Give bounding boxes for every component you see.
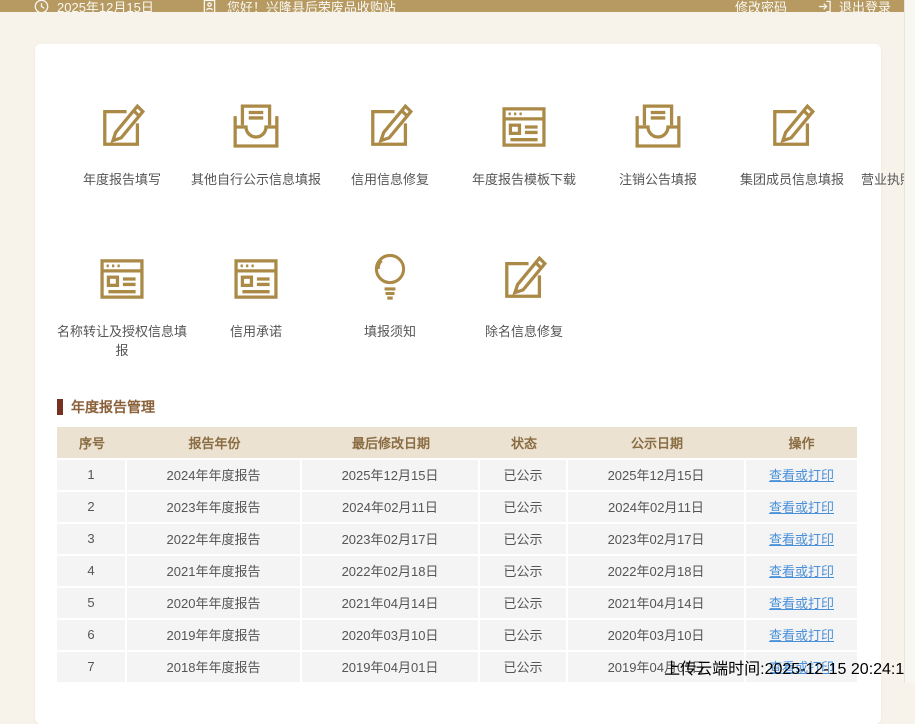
tile-group-member-info[interactable]: 集团成员信息填报: [725, 98, 859, 190]
cell-year: 2020年年度报告: [127, 588, 302, 618]
edit-icon: [763, 98, 821, 156]
function-tile-grid: 年度报告填写 其他自行公示信息填报 信用信息修复 年度报告模板下载 注销公告填报…: [35, 44, 881, 361]
tile-label: 注销公告填报: [591, 171, 725, 190]
scrollbar[interactable]: [904, 0, 915, 683]
cell-index: 7: [57, 652, 127, 682]
tile-label: 名称转让及授权信息填报: [55, 323, 189, 361]
greeting-text: 您好！兴隆县后荣废品收购站: [227, 0, 396, 12]
change-password-button[interactable]: 修改密码: [735, 0, 787, 12]
cell-index: 6: [57, 620, 127, 650]
edit-icon: [93, 98, 151, 156]
cell-modified: 2025年12月15日: [302, 460, 480, 490]
tile-label: 除名信息修复: [457, 323, 591, 342]
col-header-status: 状态: [480, 433, 568, 452]
cell-published: 2022年02月18日: [568, 556, 746, 586]
tile-label: 年度报告填写: [55, 171, 189, 190]
browser-icon: [227, 250, 285, 308]
table-row: 1 2024年年度报告 2025年12月15日 已公示 2025年12月15日 …: [57, 458, 857, 490]
cell-status: 已公示: [480, 588, 568, 618]
tile-label: 信用承诺: [189, 323, 323, 342]
cell-published: 2023年02月17日: [568, 524, 746, 554]
tile-removal-repair[interactable]: 除名信息修复: [457, 250, 591, 361]
cell-status: 已公示: [480, 652, 568, 682]
cell-year: 2022年年度报告: [127, 524, 302, 554]
cell-year: 2018年年度报告: [127, 652, 302, 682]
view-print-link[interactable]: 查看或打印: [769, 625, 834, 644]
view-print-link[interactable]: 查看或打印: [769, 529, 834, 548]
col-header-modified: 最后修改日期: [302, 433, 480, 452]
cell-published: 2024年02月11日: [568, 492, 746, 522]
cell-status: 已公示: [480, 524, 568, 554]
main-panel: 年度报告填写 其他自行公示信息填报 信用信息修复 年度报告模板下载 注销公告填报…: [35, 44, 881, 724]
view-print-link[interactable]: 查看或打印: [769, 561, 834, 580]
section-title: 年度报告管理: [71, 397, 155, 417]
cell-year: 2023年年度报告: [127, 492, 302, 522]
cell-modified: 2024年02月11日: [302, 492, 480, 522]
table-row: 6 2019年年度报告 2020年03月10日 已公示 2020年03月10日 …: [57, 618, 857, 650]
tile-credit-commitment[interactable]: 信用承诺: [189, 250, 323, 361]
tile-name-transfer-auth[interactable]: 名称转让及授权信息填报: [55, 250, 189, 361]
view-print-link[interactable]: 查看或打印: [769, 593, 834, 612]
section-marker: [57, 399, 63, 415]
cell-modified: 2021年04月14日: [302, 588, 480, 618]
cell-year: 2021年年度报告: [127, 556, 302, 586]
table-row: 4 2021年年度报告 2022年02月18日 已公示 2022年02月18日 …: [57, 554, 857, 586]
upload-time-watermark: 上传云端时间:2025-12-15 20:24:11: [664, 655, 912, 679]
cell-status: 已公示: [480, 460, 568, 490]
tile-label: 年度报告模板下载: [457, 171, 591, 190]
cell-published: 2020年03月10日: [568, 620, 746, 650]
cell-year: 2019年年度报告: [127, 620, 302, 650]
cell-modified: 2023年02月17日: [302, 524, 480, 554]
tile-label: 信用信息修复: [323, 171, 457, 190]
edit-icon: [495, 250, 553, 308]
cell-status: 已公示: [480, 620, 568, 650]
col-header-action: 操作: [746, 433, 857, 452]
col-header-published: 公示日期: [568, 433, 746, 452]
tile-template-download[interactable]: 年度报告模板下载: [457, 98, 591, 190]
cell-status: 已公示: [480, 556, 568, 586]
col-header-index: 序号: [57, 433, 127, 452]
cell-modified: 2020年03月10日: [302, 620, 480, 650]
lightbulb-icon: [361, 250, 419, 308]
tile-credit-repair[interactable]: 信用信息修复: [323, 98, 457, 190]
browser-icon: [93, 250, 151, 308]
table-row: 2 2023年年度报告 2024年02月11日 已公示 2024年02月11日 …: [57, 490, 857, 522]
user-icon: [202, 0, 217, 12]
view-print-link[interactable]: 查看或打印: [769, 465, 834, 484]
tile-label: 集团成员信息填报: [725, 171, 859, 190]
tile-annual-report-fill[interactable]: 年度报告填写: [55, 98, 189, 190]
cell-published: 2021年04月14日: [568, 588, 746, 618]
cell-index: 4: [57, 556, 127, 586]
tile-label: 其他自行公示信息填报: [189, 171, 323, 190]
cell-status: 已公示: [480, 492, 568, 522]
browser-icon: [495, 98, 553, 156]
col-header-year: 报告年份: [127, 433, 302, 452]
tile-cancellation-notice[interactable]: 注销公告填报: [591, 98, 725, 190]
table-row: 5 2020年年度报告 2021年04月14日 已公示 2021年04月14日 …: [57, 586, 857, 618]
table-row: 3 2022年年度报告 2023年02月17日 已公示 2023年02月17日 …: [57, 522, 857, 554]
current-date: 2025年12月15日: [57, 0, 154, 12]
annual-report-table: 序号 报告年份 最后修改日期 状态 公示日期 操作 1 2024年年度报告 20…: [57, 427, 857, 682]
topbar: 2025年12月15日 您好！兴隆县后荣废品收购站 修改密码 退出登录: [0, 0, 905, 12]
logout-button[interactable]: 退出登录: [839, 0, 891, 12]
view-print-link[interactable]: 查看或打印: [769, 497, 834, 516]
inbox-icon: [629, 98, 687, 156]
clock-icon: [34, 0, 49, 12]
cell-index: 1: [57, 460, 127, 490]
cell-index: 2: [57, 492, 127, 522]
cell-year: 2024年年度报告: [127, 460, 302, 490]
section-annual-report-management: 年度报告管理: [57, 397, 881, 417]
cell-modified: 2022年02月18日: [302, 556, 480, 586]
tile-filing-notice[interactable]: 填报须知: [323, 250, 457, 361]
cell-index: 5: [57, 588, 127, 618]
inbox-icon: [227, 98, 285, 156]
cell-modified: 2019年04月01日: [302, 652, 480, 682]
tile-other-public-info[interactable]: 其他自行公示信息填报: [189, 98, 323, 190]
cell-index: 3: [57, 524, 127, 554]
logout-icon: [817, 0, 832, 12]
cell-published: 2025年12月15日: [568, 460, 746, 490]
table-header-row: 序号 报告年份 最后修改日期 状态 公示日期 操作: [57, 427, 857, 458]
tile-label: 填报须知: [323, 323, 457, 342]
edit-icon: [361, 98, 419, 156]
